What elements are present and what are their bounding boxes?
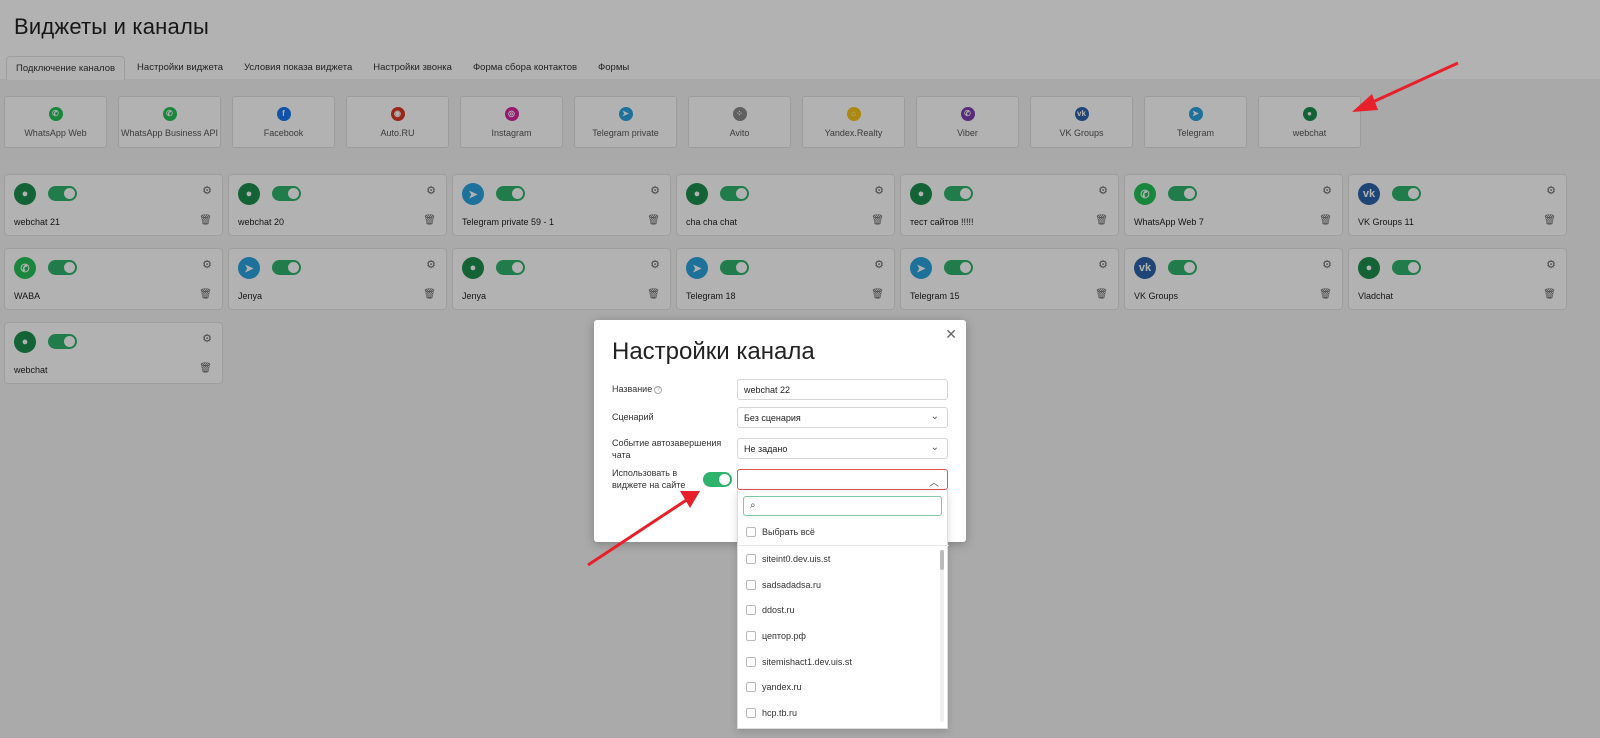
annotation-arrow-line xyxy=(587,497,689,567)
annotation-arrow-line xyxy=(1363,61,1459,108)
annotation-arrows xyxy=(587,61,1459,567)
annotation-arrow-head xyxy=(1352,94,1378,112)
annotation-arrow-head xyxy=(680,491,700,508)
